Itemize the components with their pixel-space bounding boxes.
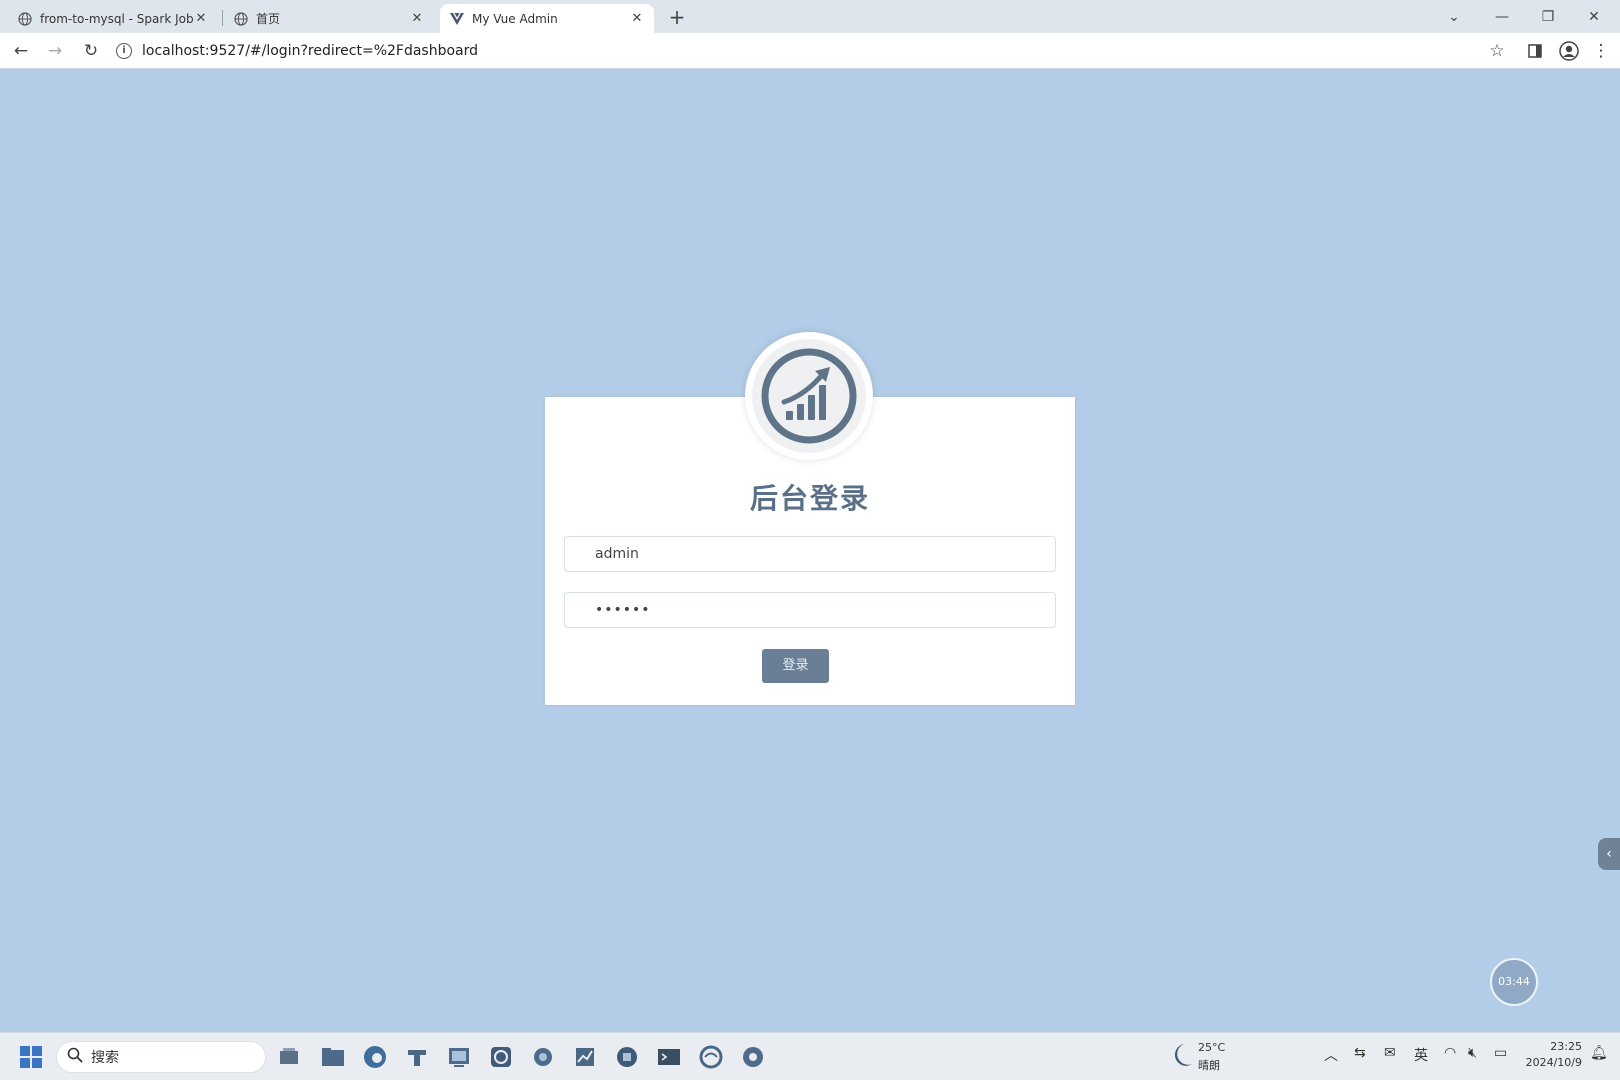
tab-title: 首页 [256,12,281,26]
app-icon-6[interactable] [612,1042,642,1072]
app-icon-2[interactable] [444,1042,474,1072]
notification-bell-icon[interactable]: 🔔︎ [1590,1045,1608,1061]
file-explorer-icon[interactable] [318,1042,348,1072]
taskbar: 搜索 25°C 晴朗 ︿ ⇆ ✉ 英 ◠ 🔇︎ ▭ 23:25 2024/10/… [0,1032,1620,1080]
vue-logo-icon [450,12,464,26]
tab-spark-jobs[interactable]: from-to-mysql - Spark Jobs ✕ [8,4,218,33]
battery-icon[interactable]: ▭ [1494,1045,1507,1061]
window-close-button[interactable]: ✕ [1574,4,1614,30]
app-icon-7[interactable] [696,1042,726,1072]
browser-menu-icon[interactable]: ⋮ [1588,38,1614,64]
forward-button[interactable]: → [42,38,68,64]
system-clock[interactable]: 23:25 2024/10/9 [1522,1039,1582,1071]
edge-browser-icon[interactable] [360,1042,390,1072]
weather-moon-icon [1170,1042,1194,1074]
floating-timer-widget[interactable]: 03:44 [1490,958,1538,1006]
tab-my-vue-admin[interactable]: My Vue Admin ✕ [440,4,654,33]
tab-home[interactable]: 首页 ✕ [224,4,434,33]
terminal-icon[interactable] [654,1042,684,1072]
globe-icon [18,11,32,26]
start-button[interactable] [16,1042,46,1072]
username-input[interactable]: admin [564,536,1056,572]
speaker-muted-icon[interactable]: 🔇︎ [1468,1045,1477,1061]
password-input[interactable]: •••••• [564,592,1056,628]
tab-search-chevron-icon[interactable]: ⌄ [1434,4,1474,30]
wifi-icon[interactable]: ◠ [1444,1045,1456,1061]
search-icon [67,1047,83,1067]
minimize-button[interactable]: — [1482,4,1522,30]
clock-time: 23:25 [1550,1040,1582,1053]
chart-growth-icon [752,339,866,453]
app-icon-4[interactable] [528,1042,558,1072]
address-url: localhost:9527/#/login?redirect=%2Fdashb… [142,43,479,59]
restore-button[interactable]: ❐ [1528,4,1568,30]
weather-widget[interactable]: 25°C 晴朗 [1168,1040,1258,1074]
close-icon[interactable]: ✕ [630,11,644,26]
site-info-icon[interactable]: i [116,43,132,59]
logo-avatar [745,332,873,460]
login-button[interactable]: 登录 [762,649,829,683]
globe-icon [234,11,248,26]
login-title: 后台登录 [749,482,870,515]
tab-divider [222,10,223,26]
bookmark-star-icon[interactable]: ☆ [1484,38,1510,64]
address-bar[interactable]: i localhost:9527/#/login?redirect=%2Fdas… [116,38,1476,64]
clock-date: 2024/10/9 [1525,1056,1582,1069]
side-panel-toggle-button[interactable]: ‹ [1598,838,1620,870]
browser-tab-strip: from-to-mysql - Spark Jobs ✕ 首页 ✕ My Vue… [0,0,1620,33]
back-button[interactable]: ← [8,38,34,64]
tray-mail-icon[interactable]: ✉ [1384,1045,1396,1061]
app-icon-3[interactable] [486,1042,516,1072]
weather-condition: 晴朗 [1198,1059,1220,1072]
taskbar-search[interactable]: 搜索 [56,1041,266,1073]
app-icon-5[interactable] [570,1042,600,1072]
chrome-icon[interactable] [738,1042,768,1072]
weather-temp: 25°C [1198,1041,1226,1054]
tab-title: from-to-mysql - Spark Jobs [40,11,194,26]
search-label: 搜索 [91,1050,119,1066]
task-view-icon[interactable] [274,1042,304,1072]
close-icon[interactable]: ✕ [194,11,208,26]
side-panel-icon[interactable] [1522,38,1548,64]
close-icon[interactable]: ✕ [410,11,424,26]
ime-indicator[interactable]: 英 [1414,1045,1428,1065]
show-hidden-icons-chevron-icon[interactable]: ︿ [1324,1045,1338,1065]
tray-app-icon[interactable]: ⇆ [1354,1045,1366,1061]
app-icon-1[interactable] [402,1042,432,1072]
new-tab-button[interactable]: + [664,4,690,30]
browser-toolbar: ← → ↻ i localhost:9527/#/login?redirect=… [0,33,1620,69]
reload-button[interactable]: ↻ [78,38,104,64]
tab-title: My Vue Admin [472,11,558,26]
profile-avatar-icon[interactable] [1556,38,1582,64]
